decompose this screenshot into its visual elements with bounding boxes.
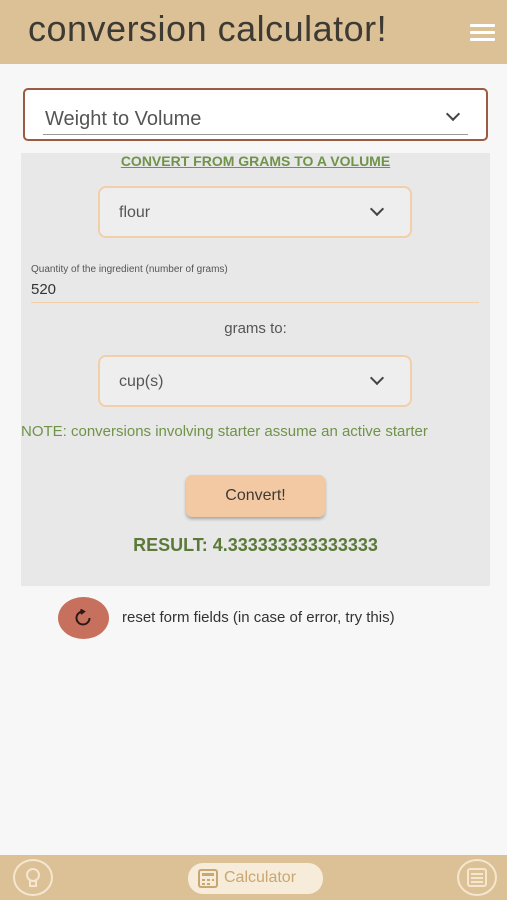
reset-button[interactable] — [58, 597, 109, 639]
chevron-down-icon — [369, 201, 385, 217]
calculator-tab-label: Calculator — [224, 869, 297, 886]
hamburger-menu-icon[interactable] — [470, 24, 495, 42]
chevron-down-icon — [369, 370, 385, 386]
top-app-bar: conversion calculator! — [0, 0, 507, 64]
list-icon[interactable] — [457, 859, 497, 896]
unit-select-value: cup(s) — [119, 373, 164, 390]
unit-select[interactable]: cup(s) — [98, 355, 412, 407]
quantity-label: Quantity of the ingredient (number of gr… — [31, 264, 228, 275]
ingredient-select-value: flour — [119, 204, 151, 221]
quantity-input[interactable] — [31, 277, 479, 303]
conversion-panel: CONVERT FROM GRAMS TO A VOLUME flour Qua… — [21, 153, 490, 586]
bottom-nav: Calculator — [0, 855, 507, 900]
conversion-mode-select[interactable]: Weight to Volume — [23, 88, 488, 141]
calculator-icon — [198, 869, 218, 888]
starter-note: NOTE: conversions involving starter assu… — [21, 423, 428, 440]
reset-icon — [75, 609, 91, 626]
chevron-down-icon — [445, 106, 461, 122]
calculator-tab[interactable]: Calculator — [188, 863, 323, 894]
grams-to-label: grams to: — [224, 320, 287, 337]
lightbulb-icon[interactable] — [13, 859, 53, 896]
convert-button[interactable]: Convert! — [186, 475, 325, 517]
reset-label: reset form fields (in case of error, try… — [122, 609, 395, 626]
result-text: RESULT: 4.333333333333333 — [133, 535, 378, 555]
panel-heading: CONVERT FROM GRAMS TO A VOLUME — [120, 153, 391, 169]
conversion-mode-value: Weight to Volume — [45, 108, 202, 130]
app-title: conversion calculator! — [28, 8, 388, 49]
mode-underline — [43, 134, 468, 135]
ingredient-select[interactable]: flour — [98, 186, 412, 238]
